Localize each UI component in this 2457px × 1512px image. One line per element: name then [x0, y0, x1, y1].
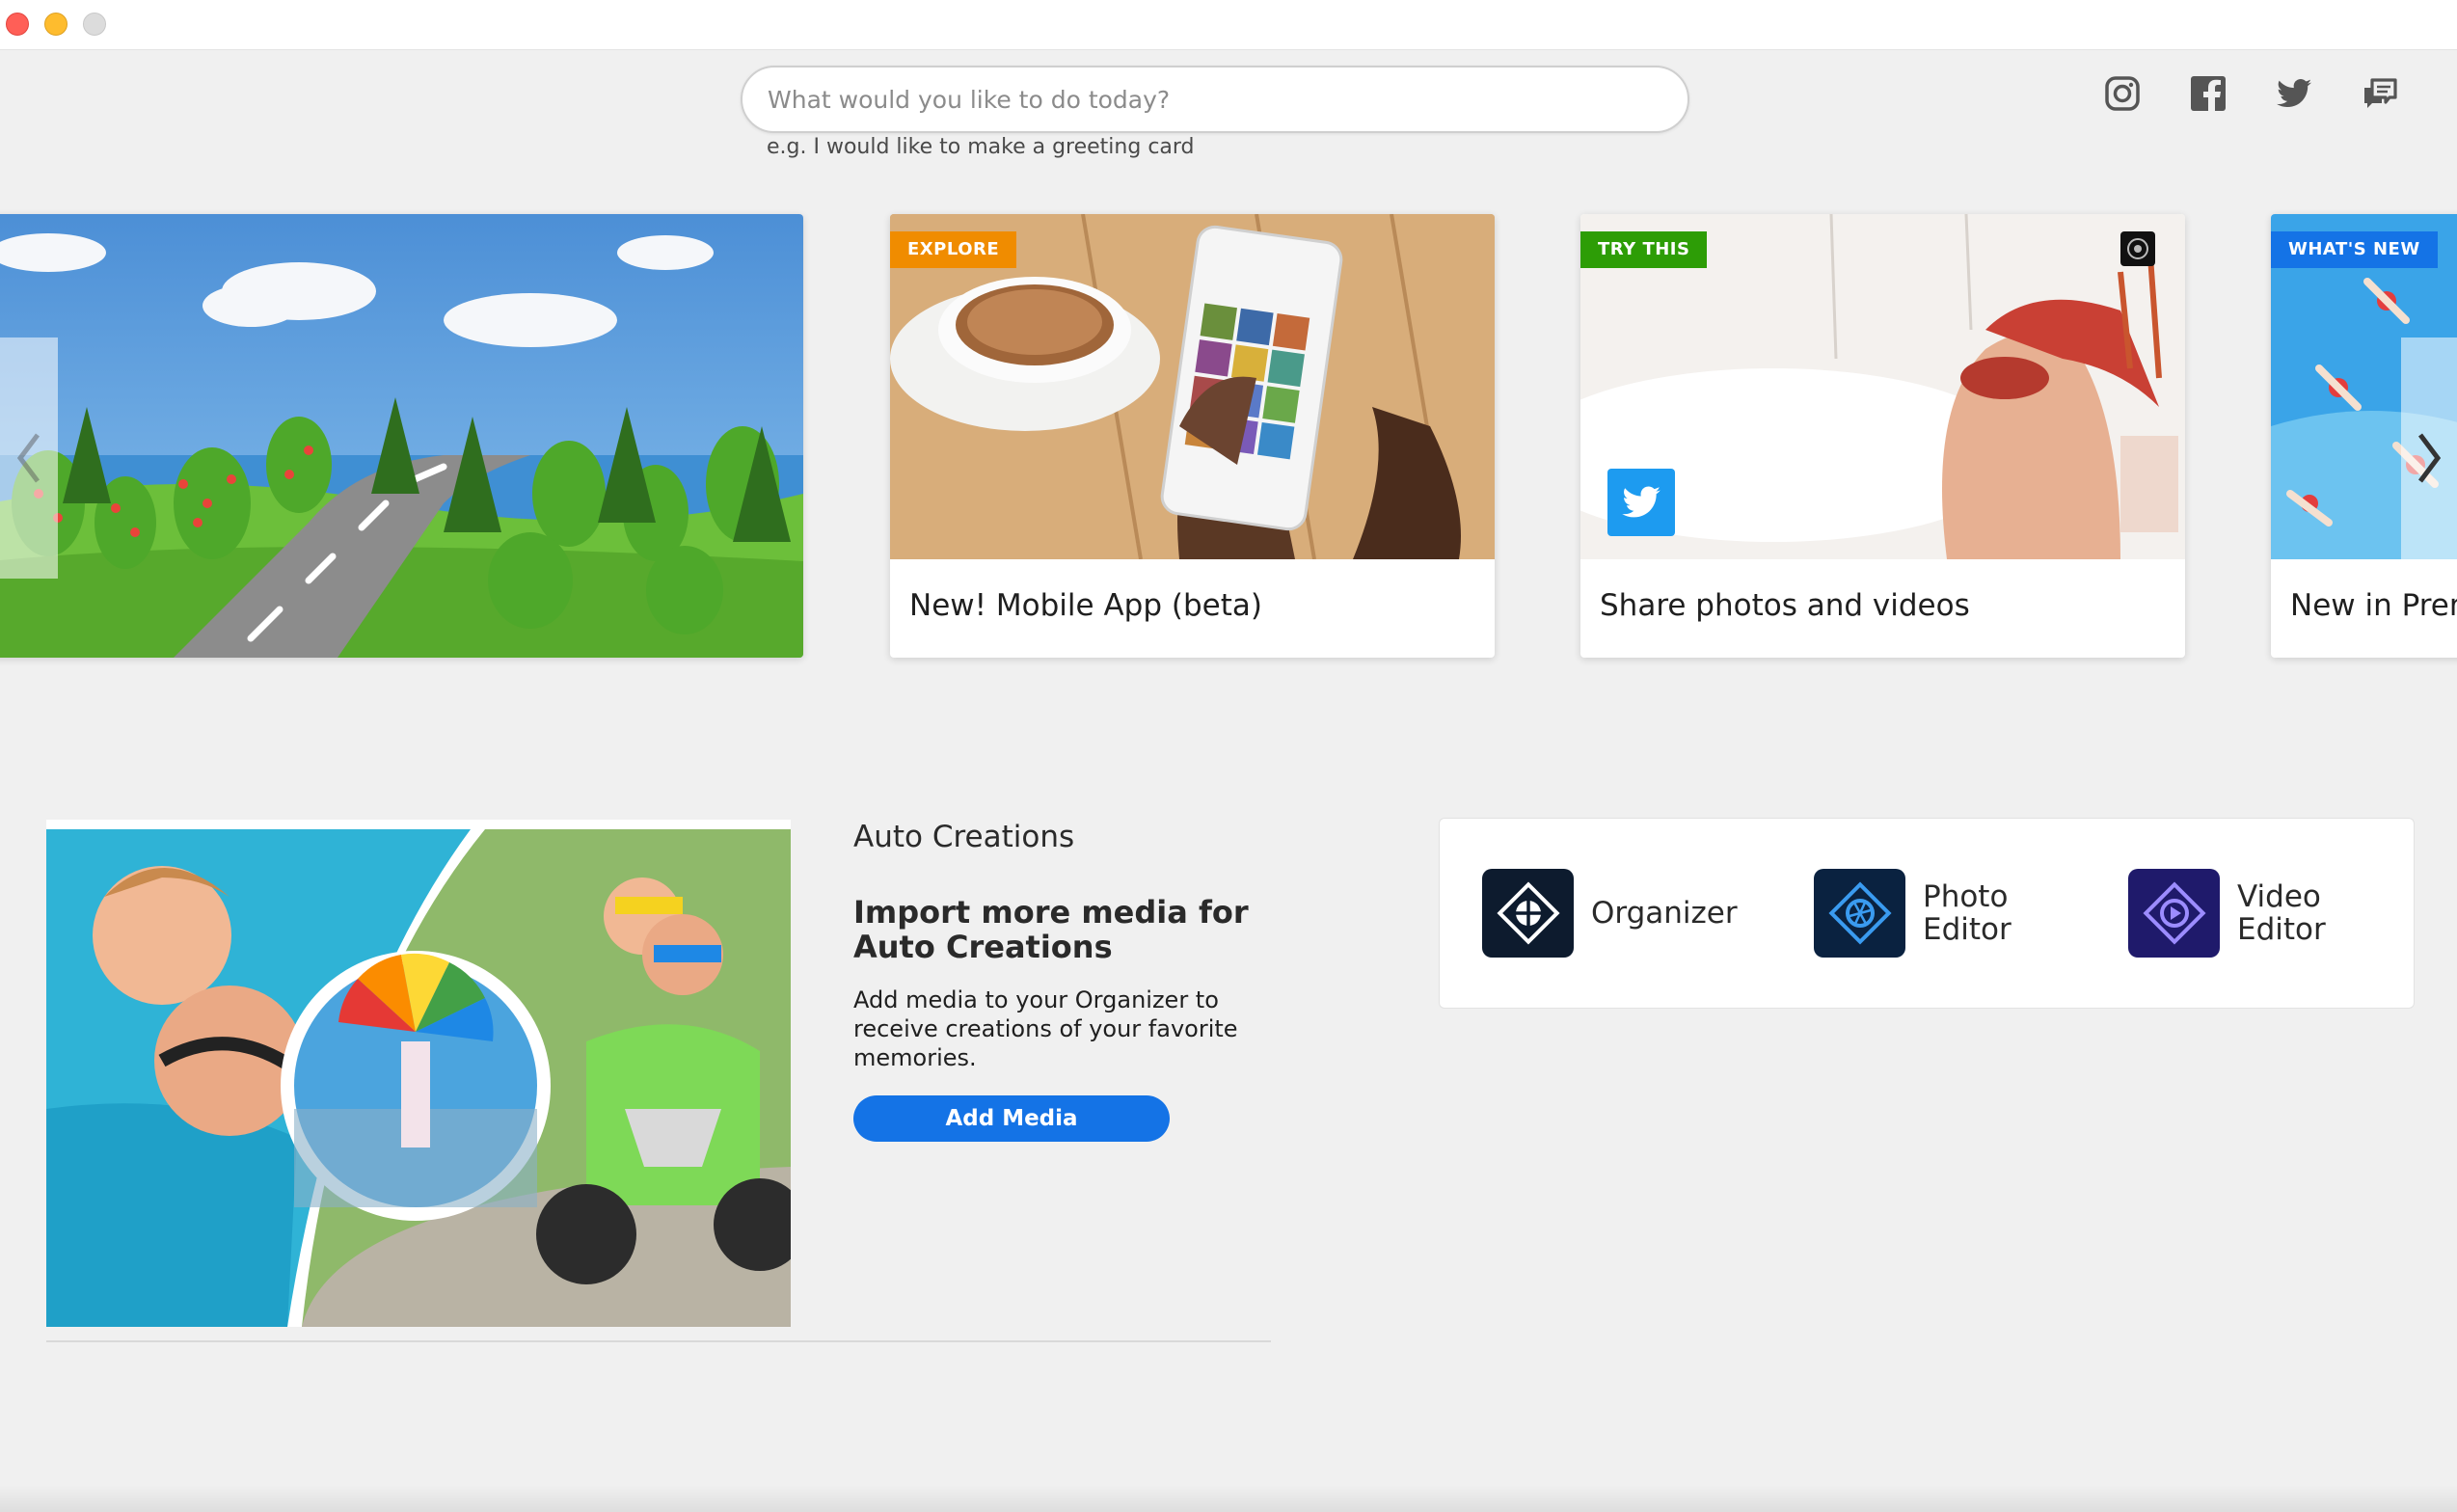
auto-creations-heading: Import more media for Auto Creations [853, 894, 1249, 965]
video-editor-button[interactable]: Video Editor [2128, 869, 2353, 958]
search-hint: e.g. I would like to make a greeting car… [767, 135, 1195, 159]
photo-editor-label: Photo Editor [1923, 879, 2012, 947]
video-editor-icon [2128, 869, 2220, 958]
whats-new-badge: WHAT'S NEW [2271, 231, 2438, 268]
try-this-badge: TRY THIS [1580, 231, 1708, 268]
twitter-share-icon [1607, 469, 1675, 536]
carousel-card-featured[interactable] [0, 214, 803, 658]
facebook-icon[interactable] [2186, 71, 2230, 116]
twitter-icon[interactable] [2272, 71, 2316, 116]
app-launcher: Organizer Photo Editor Video Editor [1439, 818, 2415, 1009]
feedback-icon[interactable] [2358, 71, 2402, 116]
search-input[interactable] [768, 68, 1655, 131]
organizer-button[interactable]: Organizer [1482, 869, 1738, 958]
auto-creations-image [46, 820, 791, 1327]
explore-badge: EXPLORE [890, 231, 1017, 268]
bottom-edge-shadow [0, 1485, 2457, 1512]
auto-creations-title: Auto Creations [853, 820, 1075, 854]
instagram-icon[interactable] [2100, 71, 2145, 116]
chevron-right-icon [2418, 433, 2442, 483]
close-window-button[interactable] [6, 13, 29, 36]
carousel-prev-button[interactable] [0, 338, 58, 579]
carousel-next-button[interactable] [2401, 338, 2457, 579]
photo-editor-button[interactable]: Photo Editor [1814, 869, 2038, 958]
card-caption-mobile-app: New! Mobile App (beta) [909, 588, 1262, 623]
card-caption-share: Share photos and videos [1600, 588, 1970, 623]
clay-landscape-image [0, 214, 803, 658]
card-caption-whats-new: New in Prem [2290, 588, 2457, 623]
search-box[interactable] [741, 66, 1689, 133]
video-editor-label: Video Editor [2237, 879, 2326, 947]
carousel-card-mobile-app[interactable]: EXPLORE New! Mobile App (beta) [890, 214, 1495, 658]
minimize-window-button[interactable] [44, 13, 68, 36]
photo-editor-icon [1814, 869, 1905, 958]
add-media-button[interactable]: Add Media [853, 1095, 1170, 1142]
carousel-card-share[interactable]: TRY THIS Share photos and videos [1580, 214, 2185, 658]
zoom-window-button[interactable] [83, 13, 106, 36]
chevron-left-icon [16, 433, 40, 483]
auto-creations-body: Add media to your Organizer to receive c… [853, 986, 1238, 1071]
organizer-icon [1482, 869, 1574, 958]
section-divider [46, 1340, 1271, 1342]
organizer-label: Organizer [1591, 896, 1738, 931]
window-titlebar [0, 0, 2457, 50]
